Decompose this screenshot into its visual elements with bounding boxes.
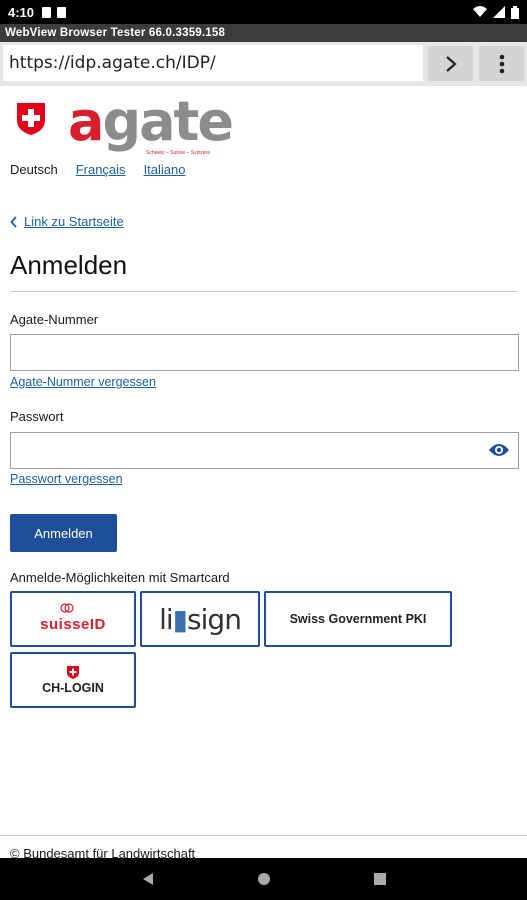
password-input[interactable]: [10, 432, 519, 469]
title-divider: [10, 291, 517, 292]
more-vert-icon: [499, 54, 504, 73]
lisign-login-tile[interactable]: li▮sign: [140, 591, 260, 647]
smartcard-options-title: Anmelde-Möglichkeiten mit Smartcard: [10, 570, 230, 585]
agate-number-input[interactable]: [10, 334, 519, 371]
chevron-left-icon: [10, 215, 17, 228]
pki-label: Swiss Government PKI: [289, 612, 427, 626]
footer-divider: [0, 835, 527, 836]
chevron-right-icon: [445, 55, 457, 72]
address-bar: https://idp.agate.ch/IDP/: [0, 42, 527, 86]
footer-copyright: © Bundesamt für Landwirtschaft: [10, 846, 196, 858]
navigation-bar: [0, 858, 527, 900]
ch-login-label: CH-LOGIN: [42, 680, 104, 695]
page-title: Anmelden: [10, 250, 128, 280]
agate-number-label: Agate-Nummer: [10, 312, 99, 327]
login-button[interactable]: Anmelden: [10, 514, 117, 552]
signal-icon: [493, 6, 505, 18]
notification-icon: [57, 6, 67, 18]
agate-number-forgot-link[interactable]: Agate-Nummer vergessen: [10, 375, 156, 389]
notification-icon: [42, 6, 52, 18]
lang-italiano[interactable]: Italiano: [144, 162, 186, 177]
suisseid-login-tile[interactable]: suisseID: [10, 591, 136, 647]
password-forgot-link[interactable]: Passwort vergessen: [10, 472, 123, 486]
language-switcher: Deutsch Français Italiano: [10, 162, 185, 177]
show-password-eye-icon[interactable]: [488, 442, 510, 458]
url-input[interactable]: https://idp.agate.ch/IDP/: [3, 45, 423, 81]
status-bar: 4:10: [0, 0, 527, 24]
header-logos: agate Schweiz – Suisse – Svizzera: [16, 90, 238, 156]
suisseid-logo-icon: [60, 603, 74, 613]
agate-logo: agate Schweiz – Suisse – Svizzera: [68, 90, 238, 156]
agate-logo-a: a: [68, 90, 104, 153]
lisign-label-post: sign: [187, 602, 242, 636]
home-link-label: Link zu Startseite: [24, 214, 124, 229]
app-title: WebView Browser Tester 66.0.3359.158: [5, 27, 226, 39]
swiss-cross-shield-icon: [17, 103, 45, 135]
ch-login-tile[interactable]: CH-LOGIN: [10, 652, 136, 708]
battery-icon: [511, 5, 519, 19]
web-page: agate Schweiz – Suisse – Svizzera Deutsc…: [0, 86, 527, 858]
home-nav-icon[interactable]: [257, 872, 271, 886]
password-label: Passwort: [10, 409, 64, 424]
overflow-menu-button[interactable]: [479, 46, 524, 81]
swiss-government-pki-tile[interactable]: Swiss Government PKI: [264, 591, 452, 647]
suisseid-label: suisseID: [40, 615, 106, 633]
wifi-icon: [473, 6, 487, 17]
go-button[interactable]: [428, 46, 473, 81]
app-title-bar: WebView Browser Tester 66.0.3359.158: [0, 24, 527, 42]
back-nav-icon[interactable]: [142, 872, 154, 886]
lisign-label-pre: li: [159, 602, 174, 636]
lang-deutsch: Deutsch: [10, 162, 58, 177]
agate-logo-rest: gate: [102, 90, 234, 153]
lisign-mark-icon: ▮: [172, 602, 188, 636]
agate-tagline: Schweiz – Suisse – Svizzera: [146, 150, 210, 156]
home-link[interactable]: Link zu Startseite: [10, 214, 124, 229]
lang-francais[interactable]: Français: [76, 162, 126, 177]
swiss-cross-icon: [67, 665, 79, 679]
recents-nav-icon[interactable]: [373, 873, 386, 885]
status-time: 4:10: [8, 4, 35, 20]
